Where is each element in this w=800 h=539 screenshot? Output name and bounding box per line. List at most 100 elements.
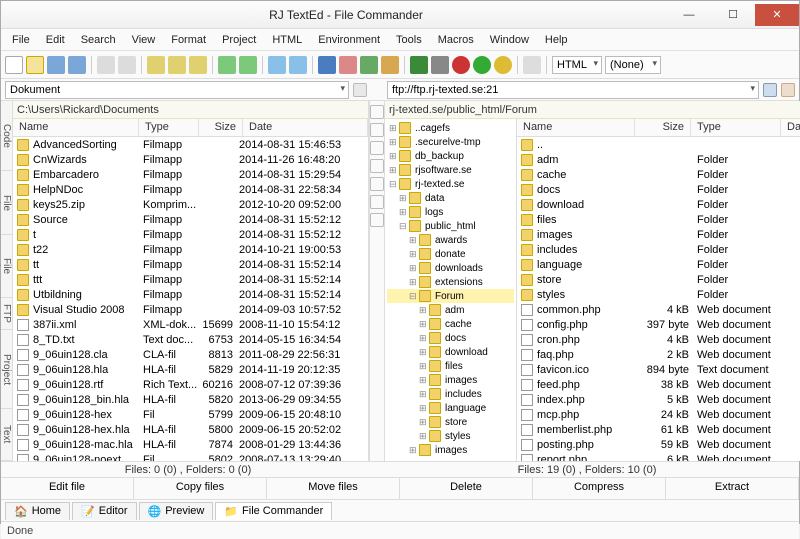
rcol-size[interactable]: Size [635, 119, 691, 136]
tree-node[interactable]: ⊞downloads [387, 261, 514, 275]
tree-node[interactable]: ⊞cache [387, 317, 514, 331]
file-row[interactable]: CnWizardsFilmapp2014-11-26 16:48:20 [13, 152, 368, 167]
file-row[interactable]: ttFilmapp2014-08-31 15:52:14 [13, 257, 368, 272]
tree-node[interactable]: ⊞images [387, 373, 514, 387]
ftp-tree[interactable]: ⊞..cagefs⊞.securelve-tmp⊞db_backup⊞rjsof… [385, 119, 517, 461]
file-row[interactable]: index.php5 kBWeb document [517, 392, 800, 407]
right-nav-icon[interactable] [763, 83, 777, 97]
file-row[interactable]: 9_06uin128-hexFil57992009-06-15 20:48:10 [13, 407, 368, 422]
file-row[interactable]: AdvancedSortingFilmapp2014-08-31 15:46:5… [13, 137, 368, 152]
right-refresh-icon[interactable] [781, 83, 795, 97]
undo-icon[interactable] [218, 56, 236, 74]
save-icon[interactable] [47, 56, 65, 74]
col-type[interactable]: Type [139, 119, 199, 136]
tree-node[interactable]: ⊟rj-texted.se [387, 177, 514, 191]
tree-node[interactable]: ⊞rjsoftware.se [387, 163, 514, 177]
file-row[interactable]: stylesFolder [517, 287, 800, 302]
file-row[interactable]: common.php4 kBWeb document [517, 302, 800, 317]
action-edit-file[interactable]: Edit file [1, 478, 134, 499]
tree-node[interactable]: ⊞donate [387, 247, 514, 261]
file-row[interactable]: HelpNDocFilmapp2014-08-31 22:58:34 [13, 182, 368, 197]
file-row[interactable]: faq.php2 kBWeb document [517, 347, 800, 362]
language-dropdown[interactable]: HTML [552, 56, 602, 74]
action-copy-files[interactable]: Copy files [134, 478, 267, 499]
file-row[interactable]: SourceFilmapp2014-08-31 15:52:12 [13, 212, 368, 227]
copy-icon[interactable] [168, 56, 186, 74]
file-row[interactable]: mcp.php24 kBWeb document [517, 407, 800, 422]
tree-node[interactable]: ⊞language [387, 401, 514, 415]
tree-node[interactable]: ⊞adm [387, 303, 514, 317]
tree-node[interactable]: ⊞files [387, 359, 514, 373]
file-row[interactable]: feed.php38 kBWeb document [517, 377, 800, 392]
file-row[interactable]: EmbarcaderoFilmapp2014-08-31 15:29:54 [13, 167, 368, 182]
menu-window[interactable]: Window [483, 32, 536, 48]
minimize-button[interactable]: — [667, 4, 711, 26]
file-row[interactable]: posting.php59 kBWeb document [517, 437, 800, 452]
file-row[interactable]: t22Filmapp2014-10-21 19:00:53 [13, 242, 368, 257]
status-yellow-icon[interactable] [494, 56, 512, 74]
left-nav-icon[interactable] [353, 83, 367, 97]
file-row[interactable]: tFilmapp2014-08-31 15:52:12 [13, 227, 368, 242]
file-row[interactable]: memberlist.php61 kBWeb document [517, 422, 800, 437]
action-delete[interactable]: Delete [400, 478, 533, 499]
action-compress[interactable]: Compress [533, 478, 666, 499]
tree-node[interactable]: ⊞styles [387, 429, 514, 443]
left-path[interactable]: C:\Users\Rickard\Documents [13, 101, 368, 119]
file-row[interactable]: tttFilmapp2014-08-31 15:52:14 [13, 272, 368, 287]
cut-icon[interactable] [147, 56, 165, 74]
file-row[interactable]: 9_06uin128-hex.hlaHLA-fil58002009-06-15 … [13, 422, 368, 437]
encoding-dropdown[interactable]: (None) [605, 56, 661, 74]
right-file-list[interactable]: ..admFoldercacheFolderdocsFolderdownload… [517, 137, 800, 461]
file-row[interactable]: config.php397 byteWeb document [517, 317, 800, 332]
col-name[interactable]: Name [13, 119, 139, 136]
tree-node[interactable]: ⊞includes [387, 387, 514, 401]
tree-node[interactable]: ⊞extensions [387, 275, 514, 289]
tab-file-commander[interactable]: 📁File Commander [215, 502, 332, 520]
menu-tools[interactable]: Tools [389, 32, 429, 48]
file-row[interactable]: cron.php4 kBWeb document [517, 332, 800, 347]
browser-icon[interactable] [318, 56, 336, 74]
rcol-date[interactable]: Date [781, 119, 800, 136]
close-button[interactable]: ✕ [755, 4, 799, 26]
file-row[interactable]: downloadFolder [517, 197, 800, 212]
menu-html[interactable]: HTML [265, 32, 309, 48]
record-icon[interactable] [452, 56, 470, 74]
file-row[interactable]: admFolder [517, 152, 800, 167]
tree-node[interactable]: ⊞docs [387, 331, 514, 345]
file-row[interactable]: UtbildningFilmapp2014-08-31 15:52:14 [13, 287, 368, 302]
menu-macros[interactable]: Macros [431, 32, 481, 48]
open-icon[interactable] [26, 56, 44, 74]
file-row[interactable]: 9_06uin128.hlaHLA-fil58292014-11-19 20:1… [13, 362, 368, 377]
left-drive-combo[interactable]: Dokument [5, 81, 349, 99]
file-row[interactable]: favicon.ico894 byteText document [517, 362, 800, 377]
tool1-icon[interactable] [370, 105, 384, 119]
vtab-ftp[interactable]: FTP [1, 298, 12, 330]
file-row[interactable]: 9_06uin128-noextFil58022008-07-13 13:29:… [13, 452, 368, 461]
stop2-icon[interactable] [431, 56, 449, 74]
menu-edit[interactable]: Edit [39, 32, 72, 48]
file-row[interactable]: storeFolder [517, 272, 800, 287]
rcol-name[interactable]: Name [517, 119, 635, 136]
file-row[interactable]: cacheFolder [517, 167, 800, 182]
stop-icon[interactable] [339, 56, 357, 74]
vtab-project-manager[interactable]: Project Manager [1, 330, 12, 409]
menu-search[interactable]: Search [74, 32, 123, 48]
tool7-icon[interactable] [370, 213, 384, 227]
maximize-button[interactable]: ☐ [711, 4, 755, 26]
tool3-icon[interactable] [370, 141, 384, 155]
right-path[interactable]: rj-texted.se/public_html/Forum [385, 101, 800, 119]
tool4-icon[interactable] [370, 159, 384, 173]
status-green-icon[interactable] [473, 56, 491, 74]
home-icon[interactable] [381, 56, 399, 74]
tree-node[interactable]: ⊟Forum [387, 289, 514, 303]
tool6-icon[interactable] [370, 195, 384, 209]
redo-icon[interactable] [239, 56, 257, 74]
tab-home[interactable]: 🏠Home [5, 502, 70, 520]
rcol-type[interactable]: Type [691, 119, 781, 136]
vtab-file-explorer[interactable]: File Explorer [1, 235, 12, 298]
tool5-icon[interactable] [370, 177, 384, 191]
action-move-files[interactable]: Move files [267, 478, 400, 499]
paste-icon[interactable] [189, 56, 207, 74]
vtab-file-explorer[interactable]: File Explorer [1, 171, 12, 234]
tree-node[interactable]: ⊞images [387, 443, 514, 457]
